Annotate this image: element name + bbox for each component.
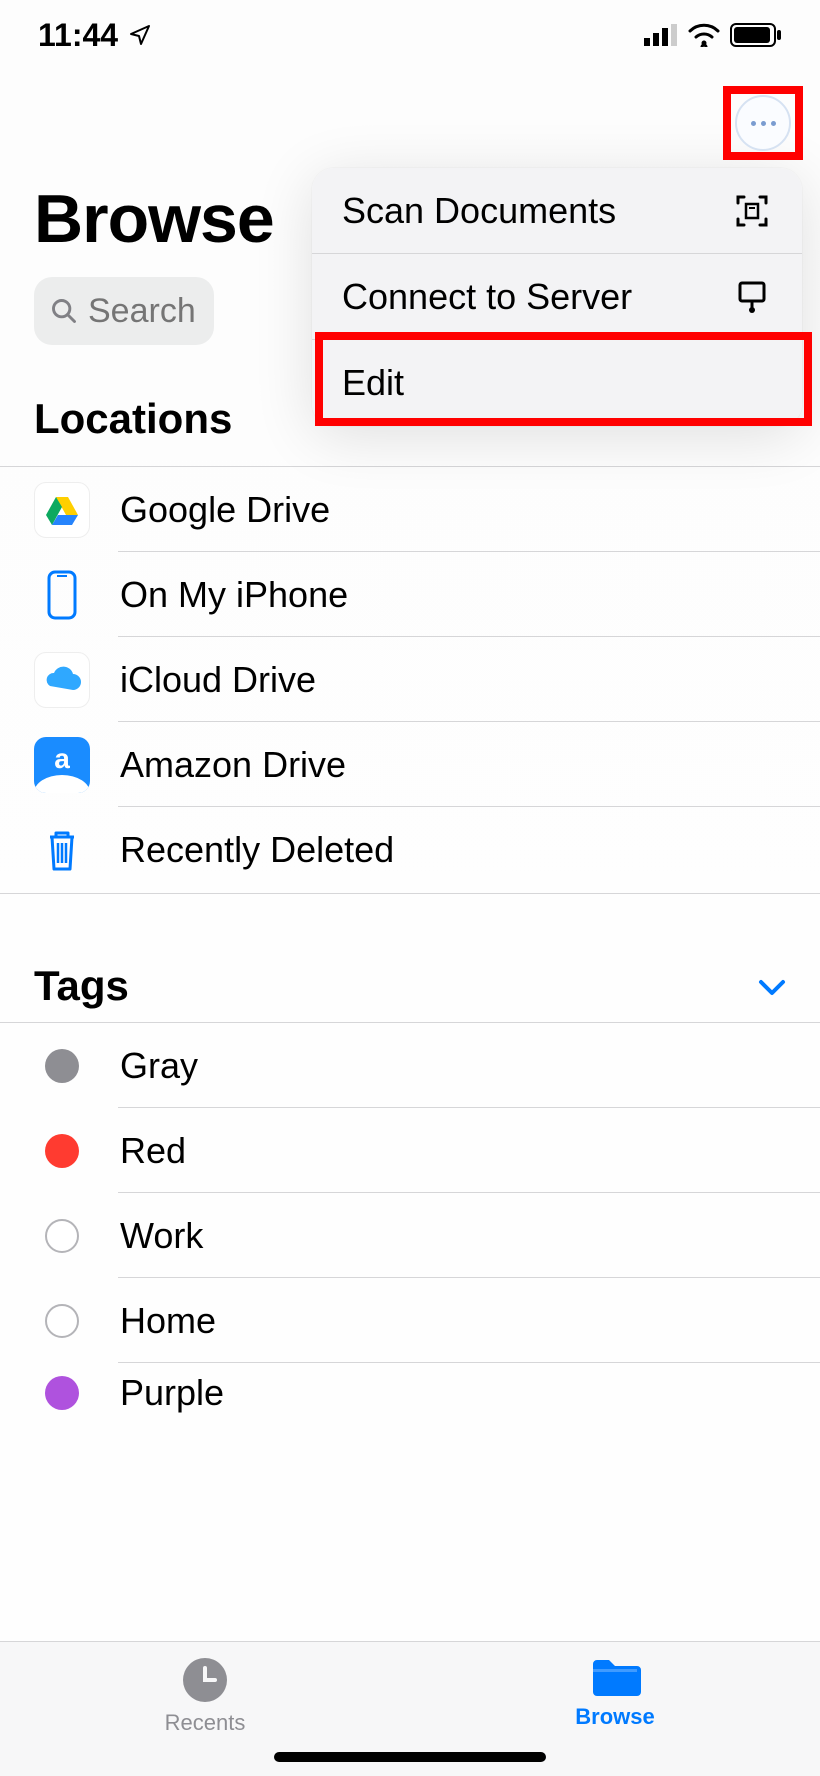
tag-color-icon: [45, 1134, 79, 1168]
scan-icon: [732, 191, 772, 231]
menu-item-connect-to-server[interactable]: Connect to Server: [312, 254, 802, 340]
list-item-label: Recently Deleted: [120, 829, 394, 871]
menu-item-edit[interactable]: Edit: [312, 340, 802, 426]
tag-red[interactable]: Red: [0, 1108, 820, 1193]
icloud-icon: [34, 652, 90, 708]
iphone-icon: [34, 567, 90, 623]
list-item-label: Google Drive: [120, 489, 330, 531]
more-button[interactable]: [735, 95, 791, 151]
location-amazon-drive[interactable]: a Amazon Drive: [0, 722, 820, 807]
tag-color-icon: [45, 1049, 79, 1083]
tag-home[interactable]: Home: [0, 1278, 820, 1363]
list-item-label: On My iPhone: [120, 574, 348, 616]
blank-icon: [732, 363, 772, 403]
tag-gray[interactable]: Gray: [0, 1023, 820, 1108]
list-item-label: Amazon Drive: [120, 744, 346, 786]
battery-icon: [730, 23, 782, 47]
location-arrow-icon: [128, 23, 152, 47]
divider: [0, 893, 820, 894]
list-item-label: Purple: [120, 1372, 224, 1414]
trash-icon: [34, 822, 90, 878]
menu-item-label: Edit: [342, 362, 404, 404]
tag-color-icon: [45, 1304, 79, 1338]
page-title: Browse: [34, 180, 274, 258]
search-input[interactable]: [88, 292, 198, 331]
location-icloud-drive[interactable]: iCloud Drive: [0, 637, 820, 722]
list-item-label: iCloud Drive: [120, 659, 316, 701]
tag-purple[interactable]: Purple: [0, 1363, 820, 1423]
amazon-drive-icon: a: [34, 737, 90, 793]
home-indicator: [274, 1752, 546, 1762]
tag-work[interactable]: Work: [0, 1193, 820, 1278]
menu-item-scan-documents[interactable]: Scan Documents: [312, 168, 802, 254]
section-title: Locations: [34, 395, 232, 443]
tags-list: Gray Red Work Home Purple: [0, 1023, 820, 1423]
tab-label: Recents: [165, 1710, 246, 1736]
menu-item-label: Scan Documents: [342, 190, 616, 232]
cellular-icon: [644, 24, 678, 46]
tab-label: Browse: [575, 1704, 654, 1730]
section-header-tags[interactable]: Tags: [0, 950, 820, 1022]
chevron-down-icon: [758, 967, 786, 1006]
wifi-icon: [688, 23, 720, 47]
location-recently-deleted[interactable]: Recently Deleted: [0, 807, 820, 892]
ellipsis-icon: [751, 121, 756, 126]
google-drive-icon: [34, 482, 90, 538]
highlight-more-button: [723, 86, 803, 160]
section-title: Tags: [34, 962, 129, 1010]
list-item-label: Home: [120, 1300, 216, 1342]
list-item-label: Red: [120, 1130, 186, 1172]
folder-icon: [589, 1656, 641, 1698]
location-google-drive[interactable]: Google Drive: [0, 467, 820, 552]
clock-icon: [181, 1656, 229, 1704]
status-time: 11:44: [38, 17, 118, 54]
status-bar: 11:44: [0, 0, 820, 70]
location-on-my-iphone[interactable]: On My iPhone: [0, 552, 820, 637]
tag-color-icon: [45, 1219, 79, 1253]
search-icon: [50, 296, 78, 326]
tag-color-icon: [45, 1376, 79, 1410]
menu-item-label: Connect to Server: [342, 276, 632, 318]
list-item-label: Work: [120, 1215, 203, 1257]
locations-list: Google Drive On My iPhone iCloud Drive a…: [0, 467, 820, 892]
more-menu: Scan Documents Connect to Server Edit: [312, 168, 802, 426]
list-item-label: Gray: [120, 1045, 198, 1087]
search-field[interactable]: [34, 277, 214, 345]
server-icon: [732, 277, 772, 317]
